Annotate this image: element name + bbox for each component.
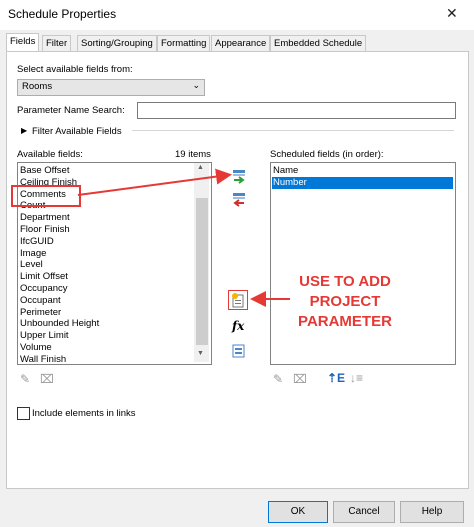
help-button[interactable]: Help (400, 501, 464, 523)
annotation-line: USE TO ADD (299, 273, 391, 290)
arrow-to-add-button (77, 168, 232, 196)
annotation-arrows (77, 168, 290, 307)
include-links-checkbox[interactable] (17, 407, 30, 420)
cancel-button[interactable]: Cancel (333, 501, 395, 523)
include-links-label: Include elements in links (32, 408, 136, 419)
annotation-text: USE TO ADD PROJECT PARAMETER (290, 272, 400, 332)
annotation-line: PROJECT (309, 293, 381, 310)
annotation-line: PARAMETER (298, 313, 392, 330)
ok-button[interactable]: OK (268, 501, 328, 523)
